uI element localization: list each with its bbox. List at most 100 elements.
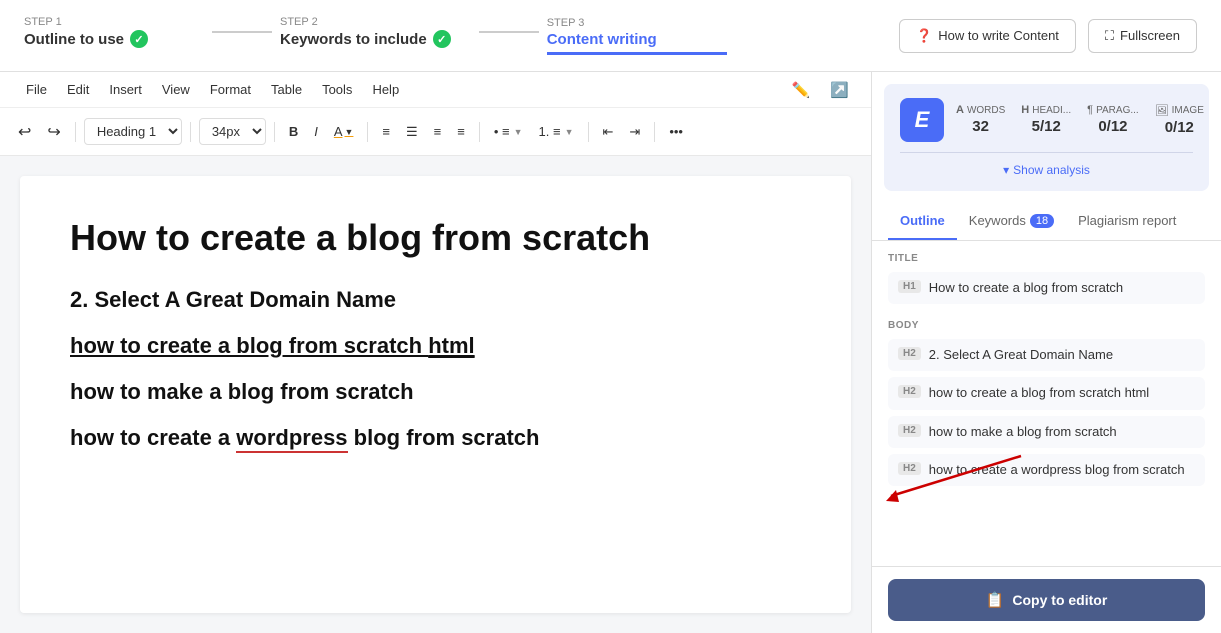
- outline-title-section: TITLE H1 How to create a blog from scrat…: [888, 253, 1205, 304]
- document-title: How to create a blog from scratch: [70, 216, 801, 259]
- edit-icon-button[interactable]: ✏️: [786, 77, 817, 103]
- words-label: A WORDS: [956, 104, 1005, 116]
- outline-title-item: H1 How to create a blog from scratch: [888, 272, 1205, 304]
- step-3-num: STEP 3: [547, 17, 707, 29]
- stat-words: A WORDS 32: [956, 104, 1005, 136]
- main-layout: File Edit Insert View Format Table Tools…: [0, 72, 1221, 633]
- highlight-button[interactable]: A ▼: [328, 120, 360, 143]
- outline-h1-tag: H1: [898, 280, 921, 293]
- align-center-button[interactable]: ☰: [400, 120, 424, 144]
- outline-body-section: BODY H2 2. Select A Great Domain Name H2…: [888, 320, 1205, 486]
- paragraphs-value: 0/12: [1098, 118, 1127, 135]
- outline-body-text-1: 2. Select A Great Domain Name: [929, 346, 1113, 364]
- fullscreen-label: Fullscreen: [1120, 28, 1180, 43]
- menu-format[interactable]: Format: [200, 76, 261, 103]
- title-section-label: TITLE: [888, 253, 1205, 264]
- tab-keywords[interactable]: Keywords 18: [957, 203, 1066, 240]
- para-icon: ¶: [1087, 104, 1093, 116]
- outline-h2-tag-3: H2: [898, 424, 921, 437]
- analysis-stats: A WORDS 32 H HEADI... 5/12: [956, 104, 1204, 136]
- images-label: 🖼 IMAGE: [1155, 104, 1204, 117]
- outline-h2-tag-4: H2: [898, 462, 921, 475]
- doc-line-3: how to make a blog from scratch: [70, 379, 801, 405]
- menu-tools[interactable]: Tools: [312, 76, 362, 103]
- menu-insert[interactable]: Insert: [99, 76, 152, 103]
- sidebar-tabs: Outline Keywords 18 Plagiarism report: [872, 203, 1221, 241]
- outline-body-text-3: how to make a blog from scratch: [929, 423, 1117, 441]
- step-1[interactable]: STEP 1 Outline to use: [24, 16, 204, 56]
- share-icon-button[interactable]: ↗️: [824, 77, 855, 103]
- tab-outline[interactable]: Outline: [888, 203, 957, 240]
- outline-h2-tag-1: H2: [898, 347, 921, 360]
- italic-button[interactable]: I: [308, 120, 324, 143]
- how-to-label: How to write Content: [938, 28, 1059, 43]
- step-2[interactable]: STEP 2 Keywords to include: [280, 16, 471, 56]
- menu-view[interactable]: View: [152, 76, 200, 103]
- stepper-right: ❓ How to write Content ⛶ Fullscreen: [899, 19, 1197, 53]
- stat-headings: H HEADI... 5/12: [1021, 104, 1071, 136]
- headings-icon: H: [1021, 104, 1029, 116]
- outline-body-item-2: H2 how to create a blog from scratch htm…: [888, 377, 1205, 409]
- analysis-card: E A WORDS 32 H HEADI... 5/: [884, 84, 1209, 191]
- justify-button[interactable]: ≡: [451, 120, 471, 143]
- fullscreen-button[interactable]: ⛶ Fullscreen: [1088, 19, 1197, 53]
- outline-body-text-4: how to create a wordpress blog from scra…: [929, 461, 1185, 479]
- headings-label: H HEADI...: [1021, 104, 1071, 116]
- outline-content: TITLE H1 How to create a blog from scrat…: [872, 241, 1221, 566]
- doc-line-2-text: how to create a blog from scratch html: [70, 333, 475, 358]
- toolbar-sep-2: [190, 122, 191, 142]
- font-size-select[interactable]: 34px: [199, 118, 266, 145]
- step-divider-2: [479, 31, 539, 33]
- step-3[interactable]: STEP 3 Content writing: [547, 17, 727, 55]
- images-value: 0/12: [1165, 119, 1194, 136]
- chevron-down-icon: ▾: [1003, 163, 1009, 177]
- outdent-button[interactable]: ⇤: [597, 120, 620, 144]
- stepper: STEP 1 Outline to use STEP 2 Keywords to…: [0, 0, 1221, 72]
- align-right-button[interactable]: ≡: [428, 120, 448, 143]
- image-icon: 🖼: [1155, 104, 1169, 117]
- fullscreen-icon: ⛶: [1105, 28, 1114, 44]
- analysis-grade: E: [900, 98, 944, 142]
- wordpress-underline: wordpress: [236, 425, 347, 453]
- words-icon: A: [956, 104, 964, 116]
- bullet-list-button[interactable]: • ≡ ▼: [488, 120, 529, 143]
- editor-toolbar: ↩ ↪ Heading 1 34px B I A ▼ ≡ ☰ ≡ ≡ • ≡ ▼…: [0, 108, 871, 156]
- step-divider-1: [212, 31, 272, 33]
- copy-to-editor-button[interactable]: 📋 Copy to editor: [888, 579, 1205, 621]
- undo-button[interactable]: ↩: [12, 118, 37, 146]
- editor-area: File Edit Insert View Format Table Tools…: [0, 72, 871, 633]
- outline-h2-tag-2: H2: [898, 385, 921, 398]
- more-button[interactable]: •••: [663, 120, 689, 143]
- analysis-divider: [900, 152, 1193, 153]
- step-1-check: [130, 30, 148, 49]
- toolbar-sep-5: [479, 122, 480, 142]
- align-left-button[interactable]: ≡: [376, 120, 396, 143]
- step-2-label: Keywords to include: [280, 31, 427, 48]
- editor-document[interactable]: How to create a blog from scratch 2. Sel…: [20, 176, 851, 613]
- menu-file[interactable]: File: [16, 76, 57, 103]
- step-1-label: Outline to use: [24, 31, 124, 48]
- outline-body-item-3: H2 how to make a blog from scratch: [888, 416, 1205, 448]
- toolbar-sep-1: [75, 122, 76, 142]
- redo-button[interactable]: ↪: [41, 118, 66, 146]
- numbered-list-button[interactable]: 1. ≡ ▼: [533, 120, 580, 143]
- tab-plagiarism[interactable]: Plagiarism report: [1066, 203, 1188, 240]
- outline-body-item-1: H2 2. Select A Great Domain Name: [888, 339, 1205, 371]
- show-analysis-button[interactable]: ▾ Show analysis: [900, 163, 1193, 177]
- step-1-num: STEP 1: [24, 16, 184, 28]
- bold-button[interactable]: B: [283, 120, 304, 143]
- toolbar-sep-3: [274, 122, 275, 142]
- menu-help[interactable]: Help: [362, 76, 409, 103]
- heading-select[interactable]: Heading 1: [84, 118, 182, 145]
- how-to-write-button[interactable]: ❓ How to write Content: [899, 19, 1076, 53]
- indent-button[interactable]: ⇥: [623, 120, 646, 144]
- menu-edit[interactable]: Edit: [57, 76, 99, 103]
- step-3-label: Content writing: [547, 31, 707, 48]
- menu-bar: File Edit Insert View Format Table Tools…: [0, 72, 871, 108]
- paragraphs-label: ¶ PARAG...: [1087, 104, 1139, 116]
- stat-paragraphs: ¶ PARAG... 0/12: [1087, 104, 1139, 136]
- menu-table[interactable]: Table: [261, 76, 312, 103]
- headings-value: 5/12: [1032, 118, 1061, 135]
- sidebar: E A WORDS 32 H HEADI... 5/: [871, 72, 1221, 633]
- words-value: 32: [972, 118, 989, 135]
